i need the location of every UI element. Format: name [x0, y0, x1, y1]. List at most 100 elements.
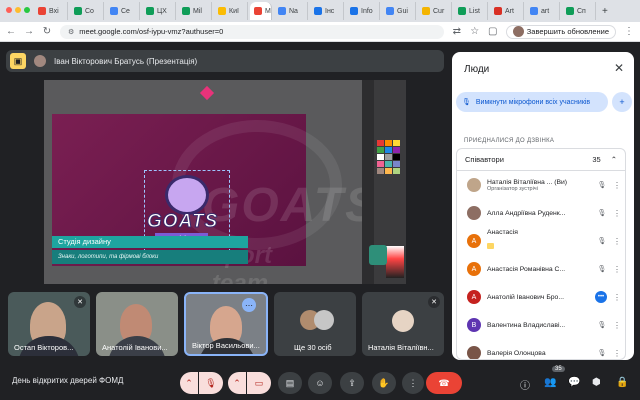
new-tab-button[interactable]: + [598, 6, 612, 17]
maximize-window-icon[interactable] [24, 7, 30, 13]
tab-label: Gui [397, 7, 408, 15]
hangup-icon: ☎ [438, 377, 450, 388]
participant-name: Алла Андріївна Руденк... [487, 209, 566, 217]
reactions-button[interactable]: ☺ [308, 372, 332, 394]
participant-tile[interactable]: ✕ Остап Вікторов... [8, 292, 90, 356]
menu-dots-icon[interactable]: ⋮ [624, 26, 634, 37]
tab-favicon-icon [566, 7, 574, 15]
tab-label: Cur [433, 7, 445, 15]
chevron-up-icon[interactable]: ⌃ [611, 155, 617, 164]
close-icon[interactable]: ✕ [614, 61, 624, 75]
activities-icon[interactable]: ⬢ [592, 377, 601, 388]
more-vert-icon[interactable]: ⋮ [613, 349, 621, 358]
participant-tile-active[interactable]: ⋯ Віктор Васильови... [184, 292, 268, 356]
more-participants-tile[interactable]: Ще 30 осіб [274, 292, 356, 356]
forward-icon[interactable]: → [24, 26, 34, 37]
captions-button[interactable]: ▤ [278, 372, 302, 394]
mic-off-icon[interactable]: 🎙 [597, 181, 607, 189]
reload-icon[interactable]: ↻ [42, 26, 52, 37]
more-vert-icon[interactable]: ⋮ [613, 181, 621, 190]
host-controls-icon[interactable]: 🔒 [616, 377, 628, 388]
mute-all-button[interactable]: 🎙 Вимкнути мікрофони всіх учасників [456, 92, 608, 112]
leave-call-button[interactable]: ☎ [426, 372, 462, 394]
browser-tab[interactable]: Art [490, 2, 524, 20]
tab-label: Сп [577, 7, 586, 15]
camera-options-button[interactable]: ⌃ [228, 372, 246, 394]
minimize-window-icon[interactable] [15, 7, 21, 13]
present-button[interactable]: ⇪ [340, 372, 364, 394]
mic-off-icon[interactable]: 🎙 [597, 265, 607, 273]
camera-toggle-button[interactable]: ▭ [247, 372, 271, 394]
add-people-button[interactable]: + [612, 92, 632, 112]
mic-off-icon[interactable]: 🎙 [597, 237, 607, 245]
more-vert-icon[interactable]: ⋮ [613, 237, 621, 246]
browser-tab[interactable]: Info [346, 2, 380, 20]
participant-tile[interactable]: Анатолій Іванови... [96, 292, 178, 356]
translate-icon[interactable]: ⇄ [452, 26, 462, 37]
browser-tab[interactable]: M [250, 2, 272, 20]
more-vert-icon: ⋮ [408, 377, 418, 388]
browser-tab[interactable]: List [454, 2, 488, 20]
tile-options-icon[interactable]: ⋯ [242, 298, 256, 312]
bookmark-icon[interactable]: ☆ [470, 26, 480, 37]
browser-tab[interactable]: Na [274, 2, 308, 20]
back-icon[interactable]: ← [6, 26, 16, 37]
update-label: Завершить обновление [526, 27, 609, 36]
presentation-bar: ▣ Іван Вікторович Братусь (Презентація) [6, 50, 444, 72]
presenter-avatar [34, 55, 46, 67]
more-vert-icon[interactable]: ⋮ [613, 265, 621, 274]
chat-icon[interactable]: 💬 [568, 377, 580, 388]
site-info-icon[interactable]: ⚙ [68, 28, 74, 36]
participant-role: Організатор зустрічі [487, 185, 538, 192]
mic-toggle-button[interactable]: 🎙 [199, 372, 223, 394]
close-window-icon[interactable] [6, 7, 12, 13]
more-vert-icon[interactable]: ⋮ [613, 293, 621, 302]
tab-label: Вхі [49, 7, 59, 15]
browser-tab[interactable]: Cur [418, 2, 452, 20]
browser-tab[interactable]: Се [106, 2, 140, 20]
mic-off-icon[interactable]: 🎙 [597, 349, 607, 357]
more-vert-icon[interactable]: ⋮ [613, 321, 621, 330]
browser-tab[interactable]: Gui [382, 2, 416, 20]
mic-off-icon[interactable]: 🎙 [597, 321, 607, 329]
extensions-icon[interactable]: ▢ [488, 26, 498, 37]
browser-tab[interactable]: Інс [310, 2, 344, 20]
group-header[interactable]: Співавтори 35 ⌃ [457, 149, 625, 171]
browser-tab[interactable]: Mil [178, 2, 212, 20]
mic-options-button[interactable]: ⌃ [180, 372, 198, 394]
participant-row[interactable]: А Анастасія 🎙 ⋮ [457, 227, 625, 255]
raise-hand-button[interactable]: ✋ [372, 372, 396, 394]
more-options-button[interactable]: ⋮ [402, 372, 424, 394]
tab-label: ЦХ [157, 7, 167, 15]
participant-tile[interactable]: ✕ Наталія Віталіївн... [362, 292, 444, 356]
browser-tab[interactable]: Сп [562, 2, 596, 20]
tab-favicon-icon [350, 7, 358, 15]
participant-row[interactable]: Алла Андріївна Руденк... 🎙 ⋮ [457, 199, 625, 227]
window-controls[interactable] [6, 7, 30, 13]
more-vert-icon[interactable]: ⋮ [613, 209, 621, 218]
participant-row[interactable]: А Анатолій Іванович Бро... ••• ⋮ [457, 283, 625, 311]
participant-row[interactable]: А Анастасія Романівна С... 🎙 ⋮ [457, 255, 625, 283]
tab-favicon-icon [314, 7, 322, 15]
browser-tab[interactable]: Вхі [34, 2, 68, 20]
goat-head-icon [165, 175, 209, 215]
people-panel: Люди ✕ 🎙 Вимкнути мікрофони всіх учасник… [452, 52, 634, 360]
participant-row[interactable]: В Валентина Владиславі... 🎙 ⋮ [457, 311, 625, 339]
mic-off-icon[interactable]: 🎙 [597, 209, 607, 217]
meeting-name: День відкритих дверей ФОМД [12, 376, 124, 385]
address-bar[interactable]: ⚙ meet.google.com/osf-iypu-vmz?authuser=… [60, 24, 444, 39]
participant-row[interactable]: Наталія Віталіївна ... (Ви) Організатор з… [457, 171, 625, 199]
update-button[interactable]: Завершить обновление [505, 24, 616, 39]
people-icon[interactable]: 👥 [544, 377, 556, 388]
participant-name: Валерія Олонцова [487, 349, 546, 357]
browser-tab[interactable]: Киї [214, 2, 248, 20]
color-picker [386, 246, 404, 278]
present-screen-icon[interactable]: ▣ [10, 53, 26, 69]
browser-tab[interactable]: Co [70, 2, 104, 20]
participant-avatar: В [467, 318, 481, 332]
info-icon[interactable]: ⓘ [520, 377, 530, 392]
participant-row[interactable]: Валерія Олонцова 🎙 ⋮ [457, 339, 625, 359]
shared-screen[interactable]: GOATS sport team GOATS sport team Студія… [44, 80, 406, 284]
browser-tab[interactable]: ЦХ [142, 2, 176, 20]
browser-tab[interactable]: art [526, 2, 560, 20]
